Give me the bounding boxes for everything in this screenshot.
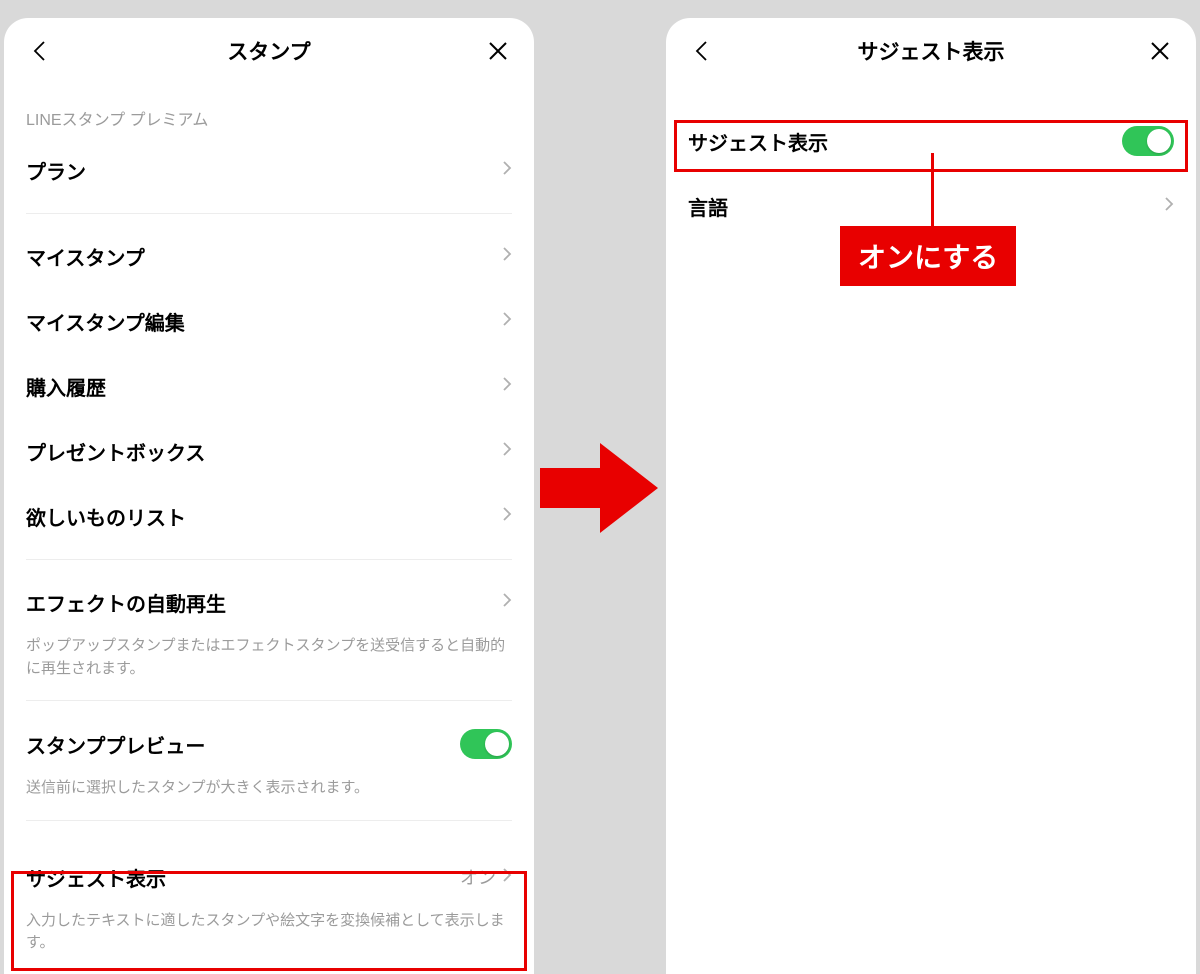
back-button[interactable] bbox=[688, 37, 716, 65]
menu-wishlist[interactable]: 欲しいものリスト bbox=[4, 484, 534, 549]
chevron-right-icon bbox=[502, 867, 512, 888]
menu-label: サジェスト表示 bbox=[26, 863, 166, 892]
menu-my-stamps[interactable]: マイスタンプ bbox=[4, 224, 534, 289]
suggest-value: オン bbox=[460, 864, 496, 890]
stamp-preview-toggle[interactable] bbox=[460, 729, 512, 759]
callout-text: オンにする bbox=[858, 242, 998, 273]
close-button[interactable] bbox=[484, 37, 512, 65]
menu-plan[interactable]: プラン bbox=[4, 138, 534, 203]
close-button[interactable] bbox=[1146, 37, 1174, 65]
divider bbox=[26, 213, 512, 214]
divider bbox=[26, 559, 512, 560]
chevron-right-icon bbox=[502, 441, 512, 462]
menu-value-wrap: オン bbox=[460, 864, 512, 890]
screen-stamps: スタンプ LINEスタンプ プレミアム プラン マイスタンプ マイスタンプ編集 … bbox=[4, 18, 534, 974]
header: サジェスト表示 bbox=[666, 18, 1196, 80]
menu-label: 購入履歴 bbox=[26, 372, 106, 401]
annotation-connector-line bbox=[931, 153, 934, 227]
menu-label: 欲しいものリスト bbox=[26, 502, 186, 531]
page-title: スタンプ bbox=[227, 36, 310, 66]
menu-effect-autoplay[interactable]: エフェクトの自動再生 bbox=[4, 570, 534, 635]
menu-label: マイスタンプ編集 bbox=[26, 307, 185, 336]
annotation-arrow-icon bbox=[540, 438, 660, 538]
section-premium-label: LINEスタンプ プレミアム bbox=[4, 80, 534, 138]
back-button[interactable] bbox=[26, 37, 54, 65]
back-icon bbox=[693, 39, 711, 63]
chevron-right-icon bbox=[502, 246, 512, 267]
menu-present-box[interactable]: プレゼントボックス bbox=[4, 419, 534, 484]
chevron-right-icon bbox=[502, 376, 512, 397]
menu-label: マイスタンプ bbox=[26, 242, 145, 271]
effect-autoplay-desc: ポップアップスタンプまたはエフェクトスタンプを送受信すると自動的に再生されます。 bbox=[4, 635, 534, 690]
chevron-right-icon bbox=[502, 160, 512, 181]
chevron-right-icon bbox=[502, 311, 512, 332]
close-icon bbox=[487, 40, 509, 62]
menu-my-stamps-edit[interactable]: マイスタンプ編集 bbox=[4, 289, 534, 354]
page-title: サジェスト表示 bbox=[858, 36, 1005, 66]
menu-label: プラン bbox=[26, 156, 86, 185]
menu-label: プレゼントボックス bbox=[26, 437, 205, 466]
chevron-right-icon bbox=[502, 506, 512, 527]
menu-label: スタンププレビュー bbox=[26, 730, 205, 759]
stamp-preview-desc: 送信前に選択したスタンプが大きく表示されます。 bbox=[4, 777, 534, 810]
header: スタンプ bbox=[4, 18, 534, 80]
annotation-callout: オンにする bbox=[840, 226, 1016, 286]
chevron-right-icon bbox=[1164, 196, 1174, 217]
chevron-right-icon bbox=[502, 592, 512, 613]
menu-purchase-history[interactable]: 購入履歴 bbox=[4, 354, 534, 419]
suggest-toggle[interactable] bbox=[1122, 126, 1174, 156]
menu-suggest[interactable]: サジェスト表示 オン bbox=[4, 845, 534, 910]
menu-label: エフェクトの自動再生 bbox=[26, 588, 226, 617]
menu-stamp-preview: スタンププレビュー bbox=[4, 711, 534, 777]
menu-label: サジェスト表示 bbox=[688, 127, 828, 156]
back-icon bbox=[31, 39, 49, 63]
suggest-desc: 入力したテキストに適したスタンプや絵文字を変換候補として表示します。 bbox=[4, 910, 534, 965]
close-icon bbox=[1149, 40, 1171, 62]
menu-label: 言語 bbox=[688, 192, 728, 221]
divider bbox=[26, 820, 512, 821]
divider bbox=[26, 700, 512, 701]
